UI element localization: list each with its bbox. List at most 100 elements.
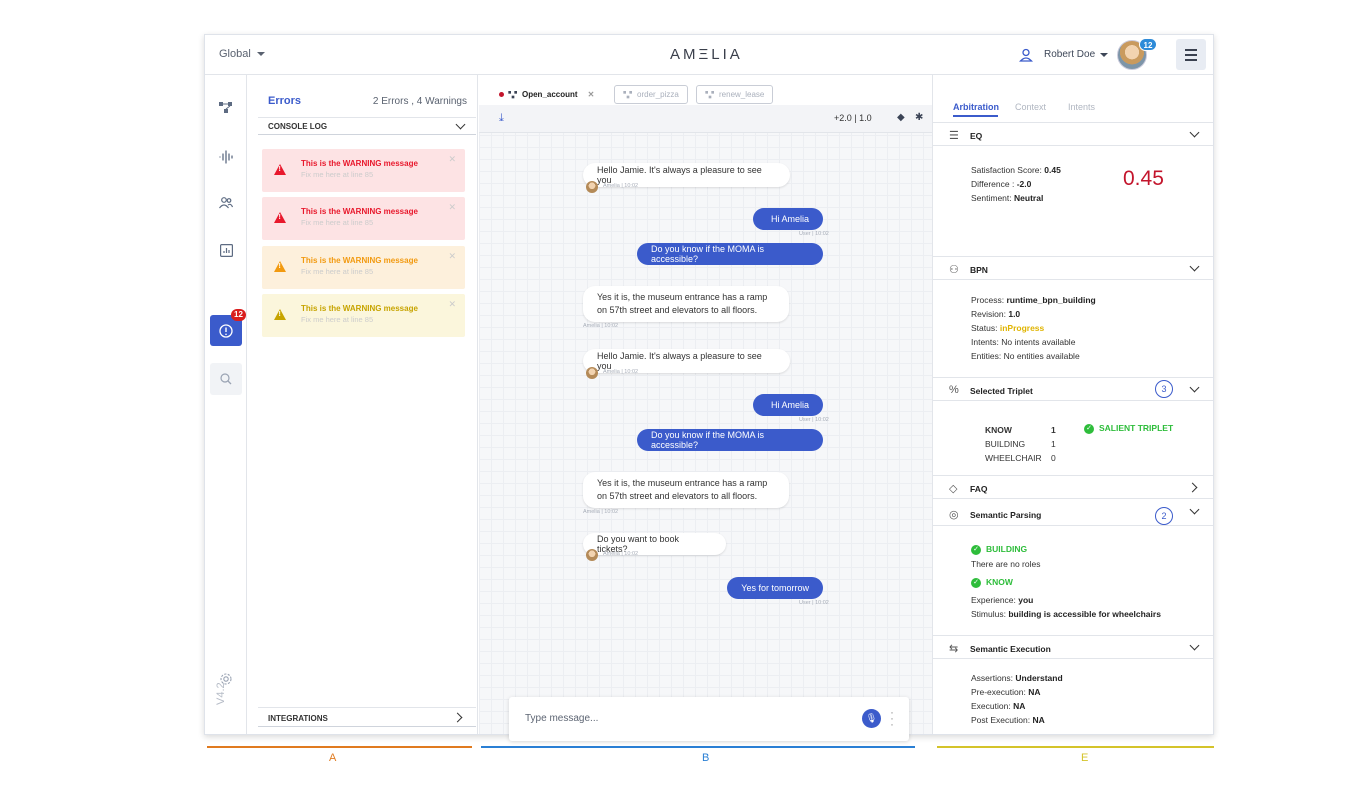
tab-arbitration[interactable]: Arbitration [953, 102, 999, 112]
user-message-bubble: Hi Amelia [753, 394, 823, 416]
dismiss-icon[interactable]: ✕ [448, 299, 456, 310]
app-window: Global AMΞLIA Robert Doe 12 12 V4.2 Erro… [204, 34, 1214, 741]
warning-triangle-icon [274, 261, 286, 272]
section-eq-header[interactable]: ☰ EQ [933, 122, 1213, 146]
bot-message-bubble: Yes it is, the museum entrance has a ram… [583, 286, 789, 322]
section-bpn-header[interactable]: ⚇ BPN [933, 256, 1213, 280]
eq-icon: ☰ [949, 130, 959, 142]
console-log-header[interactable]: CONSOLE LOG [258, 117, 476, 135]
warning-message: This is the WARNING message [301, 159, 418, 168]
warning-location: Fix me here at line 85 [301, 218, 374, 227]
difference-row: Difference : -2.0 [971, 177, 1061, 191]
warning-card[interactable]: This is the WARNING message Fix me here a… [262, 246, 465, 289]
triplet-value: 1 [1051, 439, 1056, 449]
user-message-bubble: Yes for tomorrow [727, 577, 823, 599]
warning-triangle-icon [274, 212, 286, 223]
rail-users-icon[interactable] [210, 187, 242, 219]
flow-tab-bar: Open_account ✕ order_pizza renew_lease ⤓… [479, 75, 932, 133]
layers-icon[interactable]: ◆ [897, 112, 905, 123]
top-bar: Global AMΞLIA Robert Doe 12 [205, 35, 1213, 75]
message-meta: User | 10:02 [799, 600, 829, 606]
triplet-count-badge: 3 [1155, 380, 1173, 398]
tab-renew-lease[interactable]: renew_lease [696, 85, 774, 104]
sentiment-value: Neutral [1014, 193, 1044, 203]
entities-row: Entities: No entities available [971, 351, 1080, 361]
section-triplet-header[interactable]: % Selected Triplet 3 [933, 377, 1213, 401]
experience-row: Experience: you [971, 593, 1161, 607]
errors-count: 2 Errors , 4 Warnings [372, 96, 467, 107]
message-input-box[interactable]: Type message... 🎙 · · · [509, 697, 909, 741]
process-label: Process: [971, 295, 1005, 305]
building-row: ✓ BUILDING [971, 541, 1161, 557]
satisfaction-value: 0.45 [1044, 165, 1061, 175]
integrations-header[interactable]: INTEGRATIONS [258, 707, 476, 727]
satisfaction-row: Satisfaction Score: 0.45 [971, 163, 1061, 177]
triplet-value: 0 [1051, 453, 1056, 463]
sentiment-row: Sentiment: Neutral [971, 191, 1061, 205]
parsing-count-badge: 2 [1155, 507, 1173, 525]
download-icon[interactable]: ⤓ [499, 112, 504, 125]
warning-location: Fix me here at line 85 [301, 315, 374, 324]
triplet-value: 1 [1051, 425, 1056, 435]
bot-avatar [586, 367, 598, 379]
warning-message: This is the WARNING message [301, 207, 418, 216]
stimulus-label: Stimulus: [971, 609, 1006, 619]
dismiss-icon[interactable]: ✕ [448, 154, 456, 165]
status-value: inProgress [999, 323, 1045, 333]
arbitration-panel: Arbitration Context Intents ☰ EQ Satisfa… [933, 75, 1213, 734]
caret-down-icon [256, 52, 265, 57]
revision-label: Revision: [971, 309, 1006, 319]
section-title: Selected Triplet [970, 386, 1033, 396]
message-input[interactable]: Type message... [525, 713, 598, 724]
pre-execution-value: NA [1028, 687, 1041, 697]
stimulus-value: building is accessible for wheelchairs [1008, 609, 1161, 619]
triplet-key: WHEELCHAIR [985, 453, 1042, 463]
warning-card[interactable]: This is the WARNING message Fix me here a… [262, 149, 465, 192]
tab-open-account[interactable]: Open_account ✕ [491, 85, 603, 104]
satisfaction-label: Satisfaction Score: [971, 165, 1042, 175]
hamburger-line [1185, 54, 1197, 56]
microphone-button[interactable]: 🎙 [862, 709, 881, 728]
eq-details: Satisfaction Score: 0.45 Difference : -2… [971, 163, 1061, 205]
warning-triangle-icon [274, 164, 286, 175]
warning-card[interactable]: This is the WARNING message Fix me here a… [262, 197, 465, 240]
user-message-bubble: Hi Amelia [753, 208, 823, 230]
dismiss-icon[interactable]: ✕ [448, 202, 456, 213]
section-title: Semantic Parsing [970, 510, 1042, 520]
rail-search-button[interactable] [210, 363, 242, 395]
section-faq-header[interactable]: ◇ FAQ [933, 475, 1213, 499]
status-label: Status: [971, 323, 998, 333]
user-caret-icon[interactable] [1100, 53, 1108, 57]
rail-voice-icon[interactable] [210, 141, 242, 173]
execution-label: Execution: [971, 701, 1011, 711]
close-icon[interactable]: ✕ [588, 90, 595, 99]
left-rail: 12 V4.2 [205, 75, 247, 734]
region-a-bar [207, 746, 472, 748]
warning-location: Fix me here at line 85 [301, 170, 374, 179]
triplet-row: KNOW 1 [985, 425, 1056, 435]
chevron-down-icon [1189, 640, 1200, 651]
warning-triangle-icon [274, 309, 286, 320]
more-options-icon[interactable]: · · · [890, 706, 894, 730]
rail-errors-button[interactable]: 12 [210, 309, 246, 346]
tab-intents[interactable]: Intents [1068, 102, 1095, 112]
dismiss-icon[interactable]: ✕ [448, 251, 456, 262]
post-execution-label: Post Execution: [971, 715, 1031, 725]
section-parsing-header[interactable]: ◎ Semantic Parsing 2 [933, 502, 1213, 526]
section-title: EQ [970, 131, 983, 141]
rail-reports-icon[interactable] [210, 234, 242, 266]
user-name[interactable]: Robert Doe [1044, 49, 1095, 60]
warning-card[interactable]: This is the WARNING message Fix me here a… [262, 294, 465, 337]
flow-icon [705, 90, 714, 98]
gear-icon[interactable]: ✱ [915, 112, 923, 123]
chevron-down-icon [1189, 127, 1200, 138]
global-selector[interactable]: Global [219, 48, 265, 60]
hamburger-menu-button[interactable] [1176, 39, 1206, 70]
tab-order-pizza[interactable]: order_pizza [614, 85, 688, 104]
section-execution-header[interactable]: ⇆ Semantic Execution [933, 635, 1213, 659]
tab-context[interactable]: Context [1015, 102, 1046, 112]
triplet-row: BUILDING 1 [985, 439, 1056, 449]
post-execution-row: Post Execution: NA [971, 713, 1063, 727]
message-meta: Amelia | 10:02 [583, 323, 619, 329]
rail-flow-icon[interactable] [210, 92, 242, 124]
